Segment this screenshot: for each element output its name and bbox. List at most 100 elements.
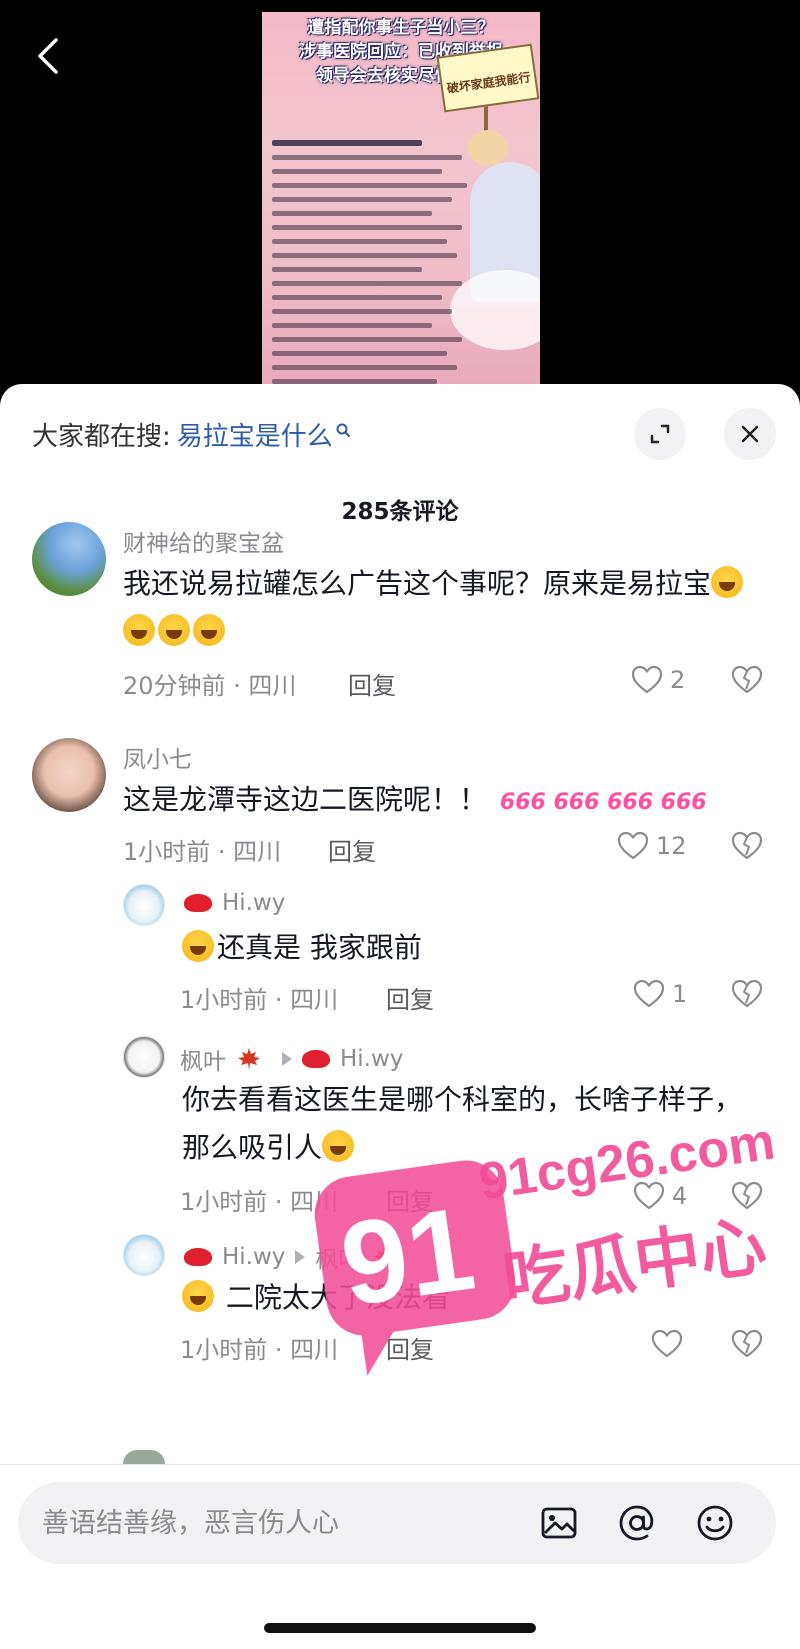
- emoji-icon[interactable]: [694, 1502, 736, 1544]
- comment-text-body: 你去看看这医生是哪个科室的，长啥子样子，那么吸引人: [182, 1083, 743, 1164]
- at-icon[interactable]: [616, 1502, 658, 1544]
- comment-meta: 20分钟前 · 四川: [123, 672, 297, 700]
- heart-icon: [617, 831, 649, 860]
- reply-button[interactable]: 回复: [348, 666, 396, 701]
- dislike-icon: [731, 1181, 763, 1210]
- document-text-lines: [272, 140, 472, 390]
- reply-to-username: 枫叶: [315, 1247, 362, 1273]
- video-headline-line: 遭指配你事生子当小三？: [307, 18, 495, 37]
- avatar[interactable]: [32, 522, 106, 596]
- lips-icon: [184, 1248, 212, 1266]
- six-six-six-emoji: 666 666 666 666: [499, 790, 707, 815]
- comment-text: 这是龙潭寺这边二医院呢！！ 666 666 666 666: [123, 776, 763, 827]
- video-thumbnail[interactable]: 遭指配你事生子当小三？ 涉事医院回应：已收到举报 领导会去核实尽快处理 破坏家庭…: [262, 12, 540, 390]
- avatar[interactable]: [123, 1450, 165, 1464]
- comment-username[interactable]: 枫叶 Hi.wy: [180, 1042, 403, 1076]
- comment-meta: 1小时前 · 四川: [123, 838, 282, 866]
- like-button[interactable]: 12: [616, 830, 687, 862]
- reply-button[interactable]: 回复: [386, 1182, 434, 1217]
- like-button[interactable]: 4: [632, 1180, 687, 1212]
- avatar[interactable]: [123, 884, 165, 926]
- lips-icon: [184, 894, 212, 912]
- heart-icon: [633, 1181, 665, 1210]
- laughing-emoji-icon: [193, 614, 225, 646]
- reply-button[interactable]: 回复: [328, 832, 376, 867]
- maple-leaf-icon: [238, 1048, 260, 1070]
- username-text: Hi.wy: [222, 890, 286, 916]
- comment-username[interactable]: Hi.wy 枫叶: [184, 1240, 407, 1274]
- video-preview[interactable]: 遭指配你事生子当小三？ 涉事医院回应：已收到举报 领导会去核实尽快处理 破坏家庭…: [0, 0, 800, 390]
- dislike-button[interactable]: [730, 664, 764, 696]
- comment-count: 285条评论: [341, 499, 459, 525]
- image-icon[interactable]: [538, 1502, 580, 1544]
- close-icon: [741, 425, 759, 443]
- heart-icon: [631, 665, 663, 694]
- comment-meta: 1小时前 · 四川: [180, 986, 339, 1014]
- search-suggestion-term[interactable]: 易拉宝是什么: [177, 416, 333, 453]
- heart-icon: [633, 979, 665, 1008]
- dislike-button[interactable]: [730, 1328, 764, 1360]
- expand-icon: [650, 424, 670, 444]
- hand-illustration: [468, 130, 508, 166]
- avatar[interactable]: [32, 738, 106, 812]
- dislike-icon: [731, 979, 763, 1008]
- video-sign: 破坏家庭我能行: [436, 43, 540, 113]
- like-count: 12: [656, 832, 687, 860]
- reply-arrow-icon: [295, 1250, 306, 1264]
- like-button[interactable]: 1: [632, 978, 687, 1010]
- comment-text: 还真是 我家跟前: [182, 924, 762, 972]
- search-icon: [335, 417, 353, 437]
- comment-input-bar: [18, 1482, 776, 1564]
- reply-button[interactable]: 回复: [386, 980, 434, 1015]
- username-text: 枫叶: [180, 1049, 226, 1075]
- dislike-button[interactable]: [730, 1180, 764, 1212]
- comment-username[interactable]: 凤小七: [123, 740, 192, 774]
- lips-icon: [302, 1050, 330, 1068]
- like-count: 2: [670, 666, 686, 694]
- dislike-icon: [731, 831, 763, 860]
- comment-text-body: 这是龙潭寺这边二医院呢！！: [123, 783, 488, 816]
- avatar[interactable]: [123, 1036, 165, 1078]
- comment-meta: 1小时前 · 四川: [180, 1336, 339, 1364]
- username-text: Hi.wy: [222, 1244, 286, 1270]
- like-count: 1: [672, 980, 688, 1008]
- avatar[interactable]: [123, 1234, 165, 1276]
- comment-text-body: 我还说易拉罐怎么广告这个事呢？原来是易拉宝: [123, 567, 712, 600]
- search-suggestion[interactable]: 大家都在搜: 易拉宝是什么: [32, 414, 353, 454]
- reply-arrow-icon: [282, 1052, 292, 1066]
- reply-to-username: Hi.wy: [340, 1046, 404, 1072]
- comment-username[interactable]: Hi.wy: [184, 890, 285, 916]
- search-suggestion-prefix: 大家都在搜:: [32, 421, 171, 452]
- comment-sheet: 大家都在搜: 易拉宝是什么 285条评论 财神给的聚宝盆 我还说易拉罐怎么广告这…: [0, 384, 800, 1649]
- laughing-emoji-icon: [158, 614, 190, 646]
- reply-button[interactable]: 回复: [386, 1330, 434, 1365]
- maple-leaf-icon: [373, 1246, 396, 1268]
- divider: [0, 1464, 800, 1465]
- dislike-button[interactable]: [730, 830, 764, 862]
- crying-laughing-emoji-icon: [182, 930, 214, 962]
- back-button[interactable]: [28, 34, 72, 78]
- comment-text-body: 二院太大了没法看: [225, 1281, 450, 1314]
- laughing-emoji-icon: [322, 1130, 355, 1162]
- laughing-emoji-icon: [711, 566, 744, 598]
- comment-text: 二院太大了没法看: [182, 1274, 742, 1322]
- close-button[interactable]: [724, 408, 776, 460]
- like-button[interactable]: [650, 1328, 690, 1360]
- laughing-emoji-icon: [123, 614, 155, 646]
- dislike-icon: [731, 665, 763, 694]
- comment-text: 我还说易拉罐怎么广告这个事呢？原来是易拉宝: [123, 560, 763, 656]
- comment-meta: 1小时前 · 四川: [180, 1188, 339, 1216]
- dislike-icon: [731, 1329, 763, 1358]
- comment-input[interactable]: [42, 1482, 522, 1564]
- back-icon: [38, 38, 58, 74]
- home-indicator: [264, 1623, 536, 1633]
- dislike-button[interactable]: [730, 978, 764, 1010]
- crying-laughing-emoji-icon: [182, 1280, 214, 1312]
- comment-username[interactable]: 财神给的聚宝盆: [123, 524, 284, 558]
- expand-button[interactable]: [634, 408, 686, 460]
- comment-text-body: 还真是 我家跟前: [217, 931, 422, 964]
- like-count: 4: [672, 1182, 688, 1210]
- like-button[interactable]: 2: [630, 664, 685, 696]
- heart-icon: [651, 1329, 683, 1358]
- comment-text: 你去看看这医生是哪个科室的，长啥子样子，那么吸引人: [182, 1076, 742, 1172]
